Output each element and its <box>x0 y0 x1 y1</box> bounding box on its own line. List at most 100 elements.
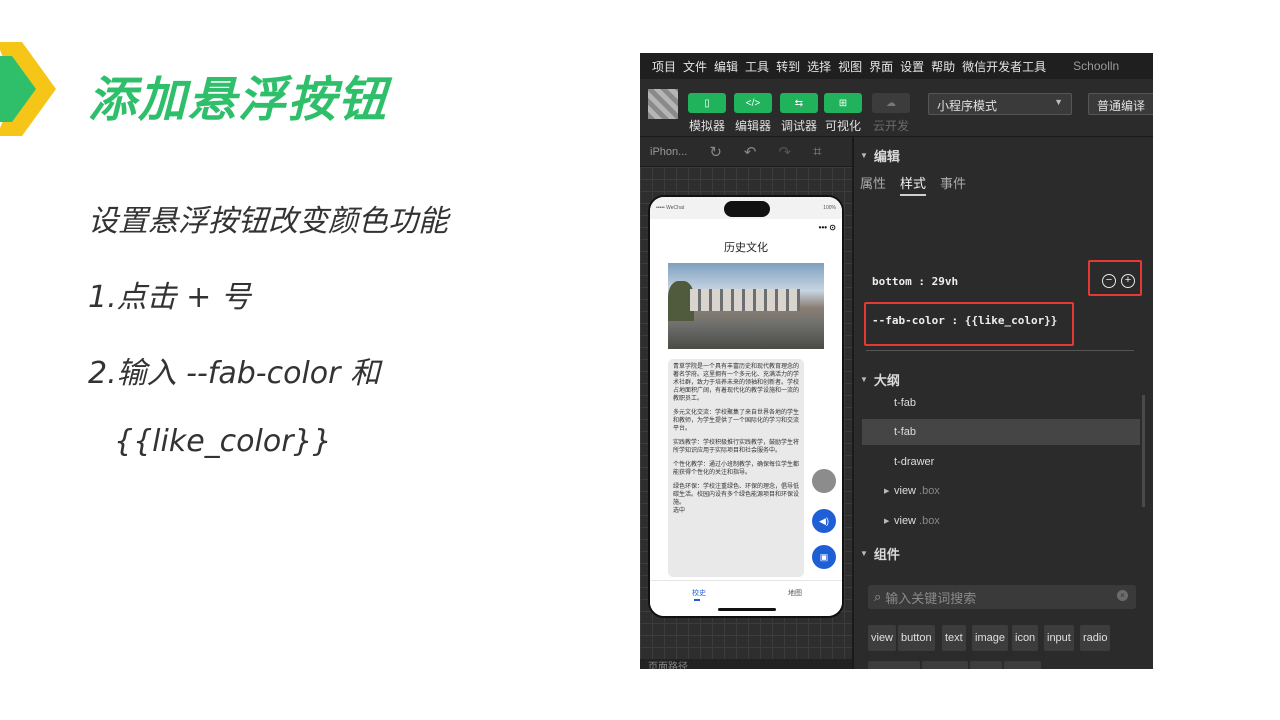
mode-select-value: 小程序模式 <box>937 99 998 113</box>
component-switch[interactable]: switch <box>1004 661 1041 669</box>
menu-item-edit[interactable]: 编辑 <box>714 58 738 75</box>
simulator-label: 模拟器 <box>688 119 725 133</box>
outline-item-view-2[interactable]: ▶ view .box <box>862 508 1140 534</box>
menu-item-file[interactable]: 文件 <box>683 58 707 75</box>
fab-save[interactable]: ▣ <box>812 545 836 569</box>
menu-item-select[interactable]: 选择 <box>807 58 831 75</box>
fab-sound[interactable]: ◀) <box>812 509 836 533</box>
paragraph-culture: 多元文化交流：学校聚集了来自世界各地的学生和教师，为学生提供了一个国际化的学习和… <box>673 410 800 432</box>
remove-icon[interactable]: − <box>1102 274 1116 288</box>
slide-title: 添加悬浮按钮 <box>88 72 389 128</box>
caret-right-icon[interactable]: ▶ <box>884 517 889 525</box>
component-image[interactable]: image <box>972 625 1008 651</box>
component-text[interactable]: text <box>942 625 966 651</box>
compile-select[interactable]: 普通编译 <box>1088 93 1153 115</box>
debugger-label: 调试器 <box>780 119 817 133</box>
menu-item-devtools[interactable]: 微信开发者工具 <box>962 58 1046 75</box>
menu-item-settings[interactable]: 设置 <box>900 58 924 75</box>
component-search-input[interactable]: ⌕ 输入关键词搜索 × <box>868 585 1136 609</box>
avatar[interactable] <box>648 89 678 119</box>
slide-line-1: 设置悬浮按钮改变颜色功能 <box>88 204 448 239</box>
outline-item-t-drawer[interactable]: t-drawer <box>862 449 1140 475</box>
component-view[interactable]: view <box>868 625 897 651</box>
home-indicator <box>718 608 776 611</box>
menu-item-view[interactable]: 视图 <box>838 58 862 75</box>
rotate-icon[interactable]: ↻ <box>709 143 722 161</box>
components-section-header[interactable]: ▼ 组件 <box>854 539 1144 567</box>
phone-notch <box>724 201 770 217</box>
divider <box>866 350 1134 351</box>
fit-icon[interactable]: ⌗ <box>813 143 821 160</box>
menu-item-project[interactable]: 项目 <box>652 58 676 75</box>
editor-button[interactable]: </> <box>734 93 772 113</box>
layout-icon: ⊞ <box>838 97 848 109</box>
tab-attributes[interactable]: 属性 <box>860 173 886 196</box>
slide-line-4: {{like_color}} <box>114 424 332 459</box>
tab-style[interactable]: 样式 <box>900 173 927 196</box>
search-icon: ⌕ <box>874 589 882 604</box>
menu-item-interface[interactable]: 界面 <box>869 58 893 75</box>
edit-section-header[interactable]: ▼ 编辑 <box>854 141 1144 169</box>
tab-map[interactable]: 地图 <box>788 588 802 598</box>
outline-item-label: t-fab <box>894 426 917 438</box>
debugger-button[interactable]: ⇆ <box>780 93 818 113</box>
paragraph-personal: 个性化教学：通过小班制教学，确保每位学生都能获得个性化的关注和指导。 <box>673 462 800 476</box>
outline-item-class: .box <box>919 515 940 527</box>
menu-item-goto[interactable]: 转到 <box>776 58 800 75</box>
tab-history[interactable]: 校史 <box>692 588 706 598</box>
outline-item-view-1[interactable]: ▶ view .box <box>862 478 1140 504</box>
outline-item-t-fab-2[interactable]: t-fab <box>862 419 1140 445</box>
caret-down-icon: ▼ <box>860 548 868 558</box>
building-shape <box>690 289 800 311</box>
visual-label: 可视化 <box>824 119 861 133</box>
menu-bar: 项目 文件 编辑 工具 转到 选择 视图 界面 设置 帮助 微信开发者工具 Sc… <box>640 53 1153 79</box>
footer-path: 页面路径 <box>640 659 852 669</box>
caret-right-icon[interactable]: ▶ <box>884 487 889 495</box>
outline-item-class: .box <box>919 485 940 497</box>
component-radio[interactable]: radio <box>1080 625 1111 651</box>
device-select[interactable]: iPhon... <box>650 146 687 158</box>
menu-item-tools[interactable]: 工具 <box>745 58 769 75</box>
slide-line-3: 2.输入 --fab-color 和 <box>88 356 381 391</box>
chevron-arrow-icon <box>0 42 56 136</box>
simulator-toolbar: iPhon... ↻ ↶ ↷ ⌗ <box>640 137 852 167</box>
prop-bottom[interactable]: bottom : 29vh <box>872 275 958 288</box>
cloud-dev-label: 云开发 <box>872 119 909 133</box>
capsule-menu[interactable]: ••• ⊙ <box>819 223 836 232</box>
history-card: 青草学院是一个具有丰富历史和现代教育理念的著名学府。这里拥有一个多元化、充满活力… <box>668 359 804 577</box>
project-name: Schoolln <box>1073 59 1120 73</box>
component-input[interactable]: input <box>1044 625 1074 651</box>
outline-section-header[interactable]: ▼ 大纲 <box>854 365 1144 393</box>
tab-events[interactable]: 事件 <box>940 173 966 196</box>
outline-item-label: view <box>894 485 917 497</box>
component-slider[interactable]: slider <box>970 661 1003 669</box>
editor-label: 编辑器 <box>734 119 771 133</box>
tab-bar: 校史 地图 <box>650 580 842 616</box>
visual-button[interactable]: ⊞ <box>824 93 862 113</box>
outline-scrollbar[interactable] <box>1142 395 1145 507</box>
simulator-button[interactable]: ▯ <box>688 93 726 113</box>
prop-fab-color[interactable]: --fab-color : {{like_color}} <box>872 314 1057 327</box>
menu-item-help[interactable]: 帮助 <box>931 58 955 75</box>
redo-icon[interactable]: ↷ <box>778 143 791 161</box>
outline-item-t-fab-1[interactable]: t-fab <box>862 390 1140 416</box>
component-textarea[interactable]: textarea <box>922 661 968 669</box>
component-icon[interactable]: icon <box>1012 625 1039 651</box>
component-button[interactable]: button <box>898 625 935 651</box>
status-bar: ••••• WeChat 100% <box>650 197 842 219</box>
add-icon[interactable]: + <box>1121 274 1135 288</box>
cloud-icon: ☁ <box>886 97 896 109</box>
save-icon: ▣ <box>819 551 829 562</box>
tab-indicator <box>694 599 700 601</box>
component-checkbox[interactable]: checkbox <box>868 661 921 669</box>
mode-select[interactable]: 小程序模式 ▼ <box>928 93 1072 115</box>
fab-grey[interactable] <box>812 469 836 493</box>
campus-image <box>668 263 824 349</box>
edit-section-title: 编辑 <box>873 148 900 164</box>
properties-panel: ▼ 编辑 属性 样式 事件 bottom : 29vh − + --fab-co… <box>854 137 1153 669</box>
outline-item-label: t-drawer <box>894 456 935 468</box>
caret-down-icon: ▼ <box>860 374 868 384</box>
clear-icon[interactable]: × <box>1117 590 1128 601</box>
undo-icon[interactable]: ↶ <box>744 143 757 161</box>
cloud-dev-button[interactable]: ☁ <box>872 93 910 113</box>
